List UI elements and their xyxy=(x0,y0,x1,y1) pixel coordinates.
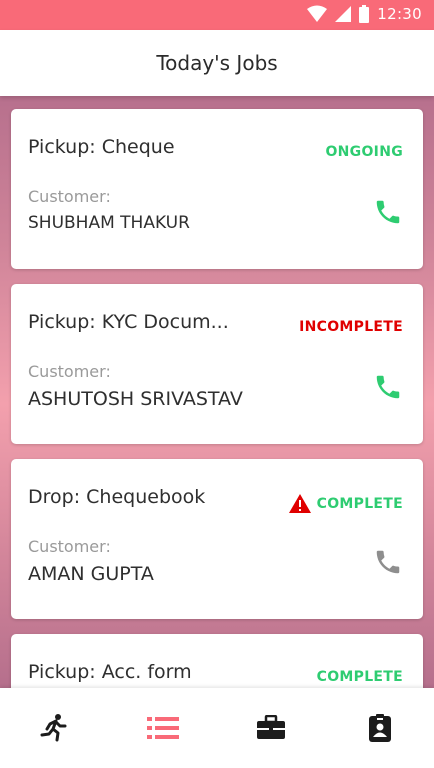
briefcase-icon xyxy=(257,715,286,739)
job-status-label: INCOMPLETE xyxy=(299,319,403,335)
jobs-list[interactable]: Pickup: Cheque ONGOING Customer: SHUBHAM… xyxy=(0,96,434,688)
status-icons: 12:30 xyxy=(307,5,422,23)
job-title: Drop: Chequebook xyxy=(28,486,206,508)
wifi-icon xyxy=(307,5,328,22)
job-card[interactable]: Pickup: KYC Docum... INCOMPLETE Customer… xyxy=(11,284,423,444)
job-status-badge: COMPLETE xyxy=(288,494,403,513)
customer-name: ASHUTOSH SRIVASTAV xyxy=(28,388,243,410)
customer-label: Customer: xyxy=(28,362,111,381)
nav-item-activity[interactable] xyxy=(24,698,84,758)
nav-item-jobs[interactable] xyxy=(133,698,193,758)
job-card[interactable]: Pickup: Acc. form COMPLETE xyxy=(11,634,423,688)
customer-label: Customer: xyxy=(28,187,111,206)
id-badge-icon xyxy=(368,714,391,742)
job-status-badge: INCOMPLETE xyxy=(299,319,403,335)
job-title: Pickup: Cheque xyxy=(28,136,175,158)
job-status-badge: COMPLETE xyxy=(317,669,403,685)
job-title: Pickup: Acc. form xyxy=(28,661,192,683)
customer-name: AMAN GUPTA xyxy=(28,563,154,585)
signal-icon xyxy=(335,6,352,22)
clock-time: 12:30 xyxy=(377,5,422,23)
list-icon xyxy=(146,717,179,739)
phone-call-icon[interactable] xyxy=(373,372,403,402)
phone-call-icon[interactable] xyxy=(373,197,403,227)
app-bar: Today's Jobs xyxy=(0,30,434,96)
nav-item-profile[interactable] xyxy=(350,698,410,758)
job-card[interactable]: Drop: Chequebook COMPLETE Customer: AMAN… xyxy=(11,459,423,619)
phone-call-icon[interactable] xyxy=(373,547,403,577)
job-status-badge: ONGOING xyxy=(325,144,403,160)
status-bar: 12:30 xyxy=(0,0,434,30)
job-status-label: COMPLETE xyxy=(316,669,403,685)
bottom-navigation xyxy=(0,688,434,768)
customer-label: Customer: xyxy=(28,537,111,556)
running-icon xyxy=(40,714,67,742)
page-title: Today's Jobs xyxy=(156,51,278,75)
nav-item-work[interactable] xyxy=(241,698,301,758)
battery-icon xyxy=(359,5,370,23)
job-card[interactable]: Pickup: Cheque ONGOING Customer: SHUBHAM… xyxy=(11,109,423,269)
job-title: Pickup: KYC Docum... xyxy=(28,311,229,333)
job-status-label: COMPLETE xyxy=(316,495,403,512)
warning-icon xyxy=(288,494,311,513)
job-status-label: ONGOING xyxy=(325,144,403,160)
customer-name: SHUBHAM THAKUR xyxy=(28,213,190,233)
